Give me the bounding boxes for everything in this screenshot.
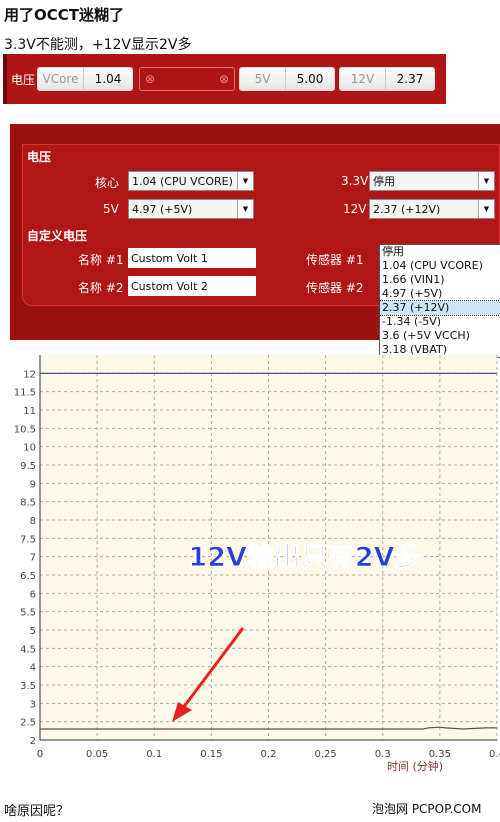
v33-label: 3.3V <box>341 174 369 188</box>
x-tick-label: 0.35 <box>429 749 451 760</box>
x-tick-label: 0.25 <box>314 749 336 760</box>
v12-value: 2.37 <box>396 72 424 86</box>
chevron-down-icon[interactable]: ▼ <box>237 200 253 218</box>
x-tick-label: 0.1 <box>146 749 162 760</box>
v5-value: 5.00 <box>296 72 324 86</box>
v5-label: 5V <box>103 202 119 216</box>
section-custom-voltage: 自定义电压 <box>27 229 88 243</box>
dropdown-option[interactable]: 2.37 (+12V) <box>379 300 500 316</box>
v5-select[interactable]: 4.97 (+5V) ▼ <box>128 199 254 219</box>
name2-input[interactable]: Custom Volt 2 <box>128 276 256 296</box>
x-tick-label: 0.2 <box>261 749 277 760</box>
vcore-readout: VCore 1.04 <box>37 67 133 91</box>
y-tick-label: 7.5 <box>20 534 36 545</box>
y-tick-label: 11.5 <box>14 388 36 399</box>
v5-readout: 5V 5.00 <box>239 67 335 91</box>
y-tick-label: 10.5 <box>14 424 36 435</box>
y-tick-label: 2 <box>30 736 36 747</box>
voltage-bar: 电压 VCore 1.04 ⊗ ⊗ 5V 5.00 12V 2.37 <box>3 54 446 104</box>
y-tick-label: 4 <box>30 663 36 674</box>
y-tick-label: 2.5 <box>20 718 36 729</box>
y-tick-label: 6.5 <box>20 571 36 582</box>
voltage-label: 电压 <box>11 73 36 87</box>
v12-readout: 12V 2.37 <box>339 67 435 91</box>
y-tick-label: 8 <box>30 516 36 527</box>
section-voltage: 电压 <box>27 150 52 164</box>
closing-question: 啥原因呢？ <box>4 804 70 819</box>
v12-dropdown-list[interactable]: 停用 1.04 (CPU VCORE) 1.66 (VIN1) 4.97 (+5V) 2… <box>379 244 500 358</box>
dropdown-option[interactable]: 3.6 (+5V VCCH) <box>380 329 500 343</box>
settings-panel: 电压 核心 1.04 (CPU VCORE) ▼ 5V 4.97 (+5V) ▼ 3… <box>10 124 500 358</box>
v33-select[interactable]: 停用 ▼ <box>369 171 495 191</box>
name1-value: Custom Volt 1 <box>131 251 208 265</box>
x-tick-label: 0.4 <box>489 749 500 760</box>
name1-label: 名称 #1 <box>78 253 124 267</box>
dropdown-option[interactable]: -1.34 (-5V) <box>380 315 500 329</box>
core-select-value: 1.04 (CPU VCORE) <box>132 174 233 188</box>
post-title: 用了OCCT迷糊了 <box>4 6 125 24</box>
dropdown-option[interactable]: 停用 <box>380 245 500 259</box>
core-select[interactable]: 1.04 (CPU VCORE) ▼ <box>128 171 254 191</box>
y-tick-label: 9.5 <box>20 461 36 472</box>
vcore-key: VCore <box>38 68 84 90</box>
y-tick-label: 10 <box>23 443 36 454</box>
chevron-down-icon[interactable]: ▼ <box>237 172 253 190</box>
y-tick-label: 6 <box>30 589 36 600</box>
x-axis-label: 时间 (分钟) <box>387 759 443 773</box>
v33-select-value: 停用 <box>373 175 395 188</box>
circle-x-icon: ⊗ <box>218 72 229 86</box>
y-tick-label: 3 <box>30 699 36 710</box>
x-tick-label: 0.15 <box>200 749 222 760</box>
v12-select-value: 2.37 (+12V) <box>373 202 441 216</box>
v5-select-value: 4.97 (+5V) <box>132 202 193 216</box>
core-label: 核心 <box>95 176 120 190</box>
chevron-down-icon[interactable]: ▼ <box>478 172 494 190</box>
x-tick-label: 0.3 <box>375 749 391 760</box>
x-tick-label: 0 <box>37 749 43 760</box>
sensor1-label: 传感器 #1 <box>306 253 364 267</box>
vcore-value: 1.04 <box>94 72 122 86</box>
circle-x-icon: ⊗ <box>145 72 156 86</box>
post-subtitle: 3.3V不能测，+12V显示2V多 <box>4 37 192 53</box>
v12-label: 12V <box>343 202 367 216</box>
annotation-text: 12V输出只有2V多 <box>188 541 421 573</box>
y-tick-label: 5.5 <box>20 608 36 619</box>
sensor2-label: 传感器 #2 <box>306 281 364 295</box>
name2-value: Custom Volt 2 <box>131 279 208 293</box>
y-tick-label: 11 <box>23 406 36 417</box>
x-tick-label: 0.05 <box>86 749 108 760</box>
name1-input[interactable]: Custom Volt 1 <box>128 248 256 268</box>
y-tick-label: 8.5 <box>20 498 36 509</box>
dropdown-option[interactable]: 4.97 (+5V) <box>380 287 500 301</box>
y-tick-label: 3.5 <box>20 681 36 692</box>
v33-readout-disabled: ⊗ ⊗ <box>139 67 235 91</box>
y-tick-label: 9 <box>30 479 36 490</box>
y-tick-label: 4.5 <box>20 644 36 655</box>
dropdown-option[interactable]: 1.04 (CPU VCORE) <box>380 259 500 273</box>
voltage-chart: 2 2.5 3 3.5 4 4.5 5 5.5 6 6.5 7 7.5 8 8.5 9 9.5 10 10.5 11… <box>14 355 500 773</box>
source-credit: 泡泡网 PCPOP.COM <box>372 802 482 816</box>
y-tick-label: 7 <box>30 553 36 564</box>
v12-key: 12V <box>340 68 386 90</box>
dropdown-option[interactable]: 1.66 (VIN1) <box>380 273 500 287</box>
v12-select[interactable]: 2.37 (+12V) ▼ <box>369 199 495 219</box>
v5-key: 5V <box>240 68 286 90</box>
chevron-down-icon[interactable]: ▼ <box>478 200 494 218</box>
y-tick-label: 5 <box>30 626 36 637</box>
y-tick-label: 12 <box>23 369 36 380</box>
name2-label: 名称 #2 <box>78 281 124 295</box>
